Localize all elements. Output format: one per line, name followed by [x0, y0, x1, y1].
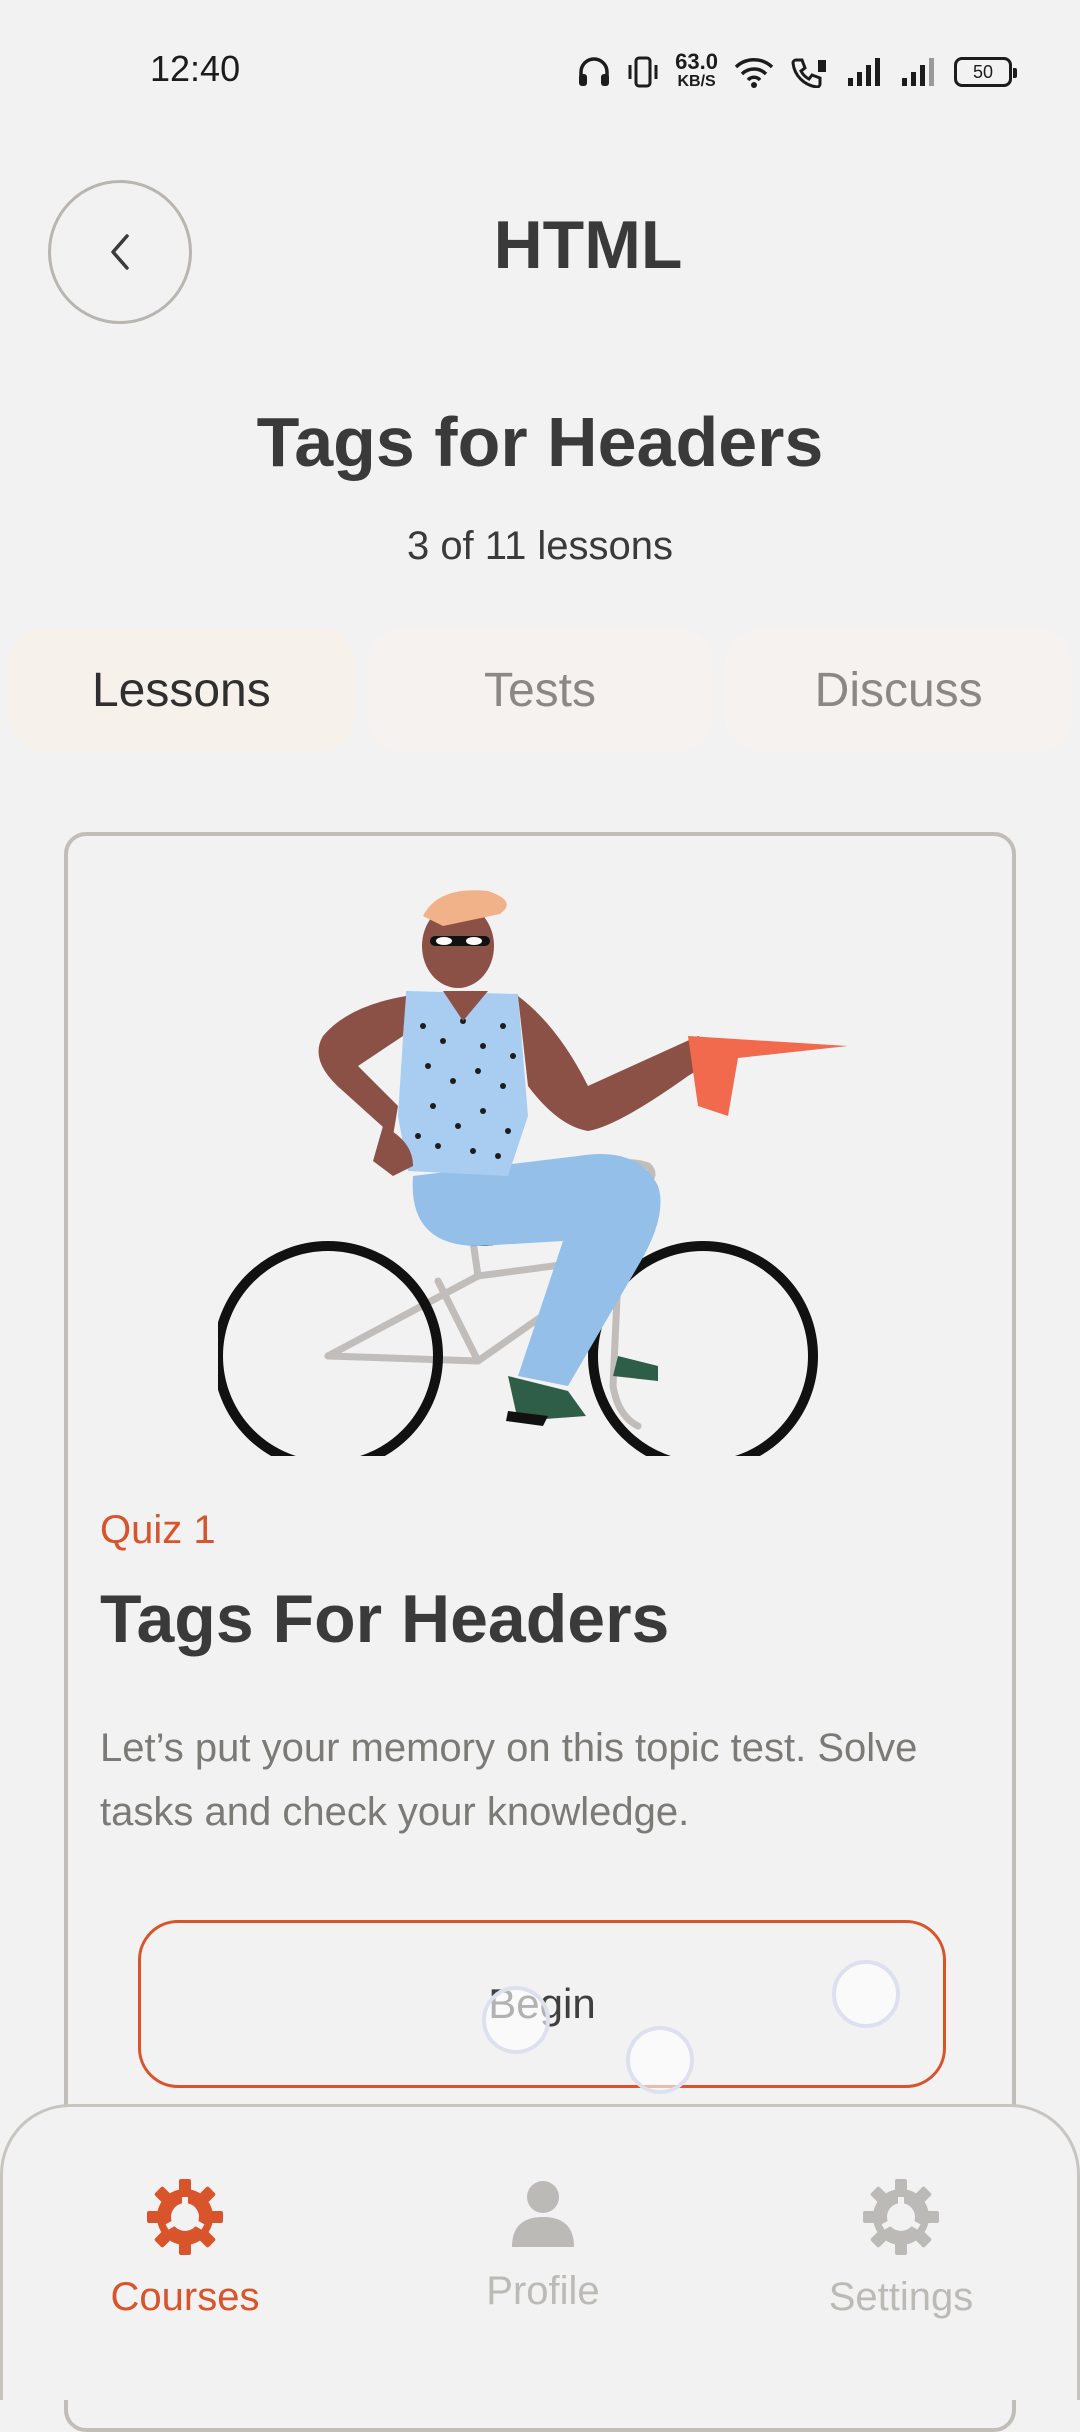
lesson-title: Tags for Headers	[256, 403, 824, 481]
quiz-description: Let’s put your memory on this topic test…	[100, 1726, 918, 1834]
person-icon	[512, 2181, 574, 2247]
touch-indicator	[832, 1960, 900, 2028]
app-title: HTML	[493, 207, 683, 283]
wifi-icon	[734, 58, 774, 88]
battery-level: 50	[972, 61, 994, 82]
net-speed: 63.0 KB/S	[675, 49, 718, 92]
person-riding-bicycle-illustration	[218, 890, 848, 1456]
status-icons: 63.0 KB/S 50	[577, 48, 1017, 96]
net-speed-unit: KB/S	[677, 73, 716, 90]
status-time: 12:40	[150, 48, 241, 89]
tab-tests[interactable]: Tests	[366, 628, 714, 752]
settings-gear-icon	[863, 2179, 939, 2255]
lesson-count: 3 of 11 lessons	[406, 524, 674, 568]
bottom-navigation: Courses Profile Settings	[0, 2104, 1080, 2400]
net-speed-value: 63.0	[675, 49, 718, 74]
quiz-title: Tags For Headers	[100, 1581, 670, 1657]
nav-settings[interactable]: Settings	[751, 2177, 1051, 2357]
tab-lessons[interactable]: Lessons	[8, 628, 355, 752]
signal-icon	[848, 58, 880, 86]
vibrate-icon	[628, 56, 658, 88]
signal-icon-2	[902, 58, 934, 86]
nav-settings-label: Settings	[828, 2275, 974, 2319]
tab-discuss[interactable]: Discuss	[725, 628, 1073, 752]
volte-call-icon	[791, 58, 826, 88]
quiz-label: Quiz 1	[100, 1508, 216, 1552]
nav-profile[interactable]: Profile	[393, 2177, 693, 2357]
status-bar: 12:40 63.0 KB/S 50	[0, 0, 1080, 140]
courses-gear-icon	[147, 2179, 223, 2255]
battery-icon: 50	[954, 57, 1017, 87]
nav-profile-label: Profile	[486, 2269, 600, 2313]
touch-indicator	[626, 2026, 694, 2094]
nav-courses[interactable]: Courses	[35, 2177, 335, 2357]
headphones-icon	[579, 57, 610, 86]
nav-courses-label: Courses	[110, 2275, 260, 2319]
touch-indicator	[482, 1986, 550, 2054]
tab-bar: Lessons Tests Discuss	[8, 628, 1073, 752]
